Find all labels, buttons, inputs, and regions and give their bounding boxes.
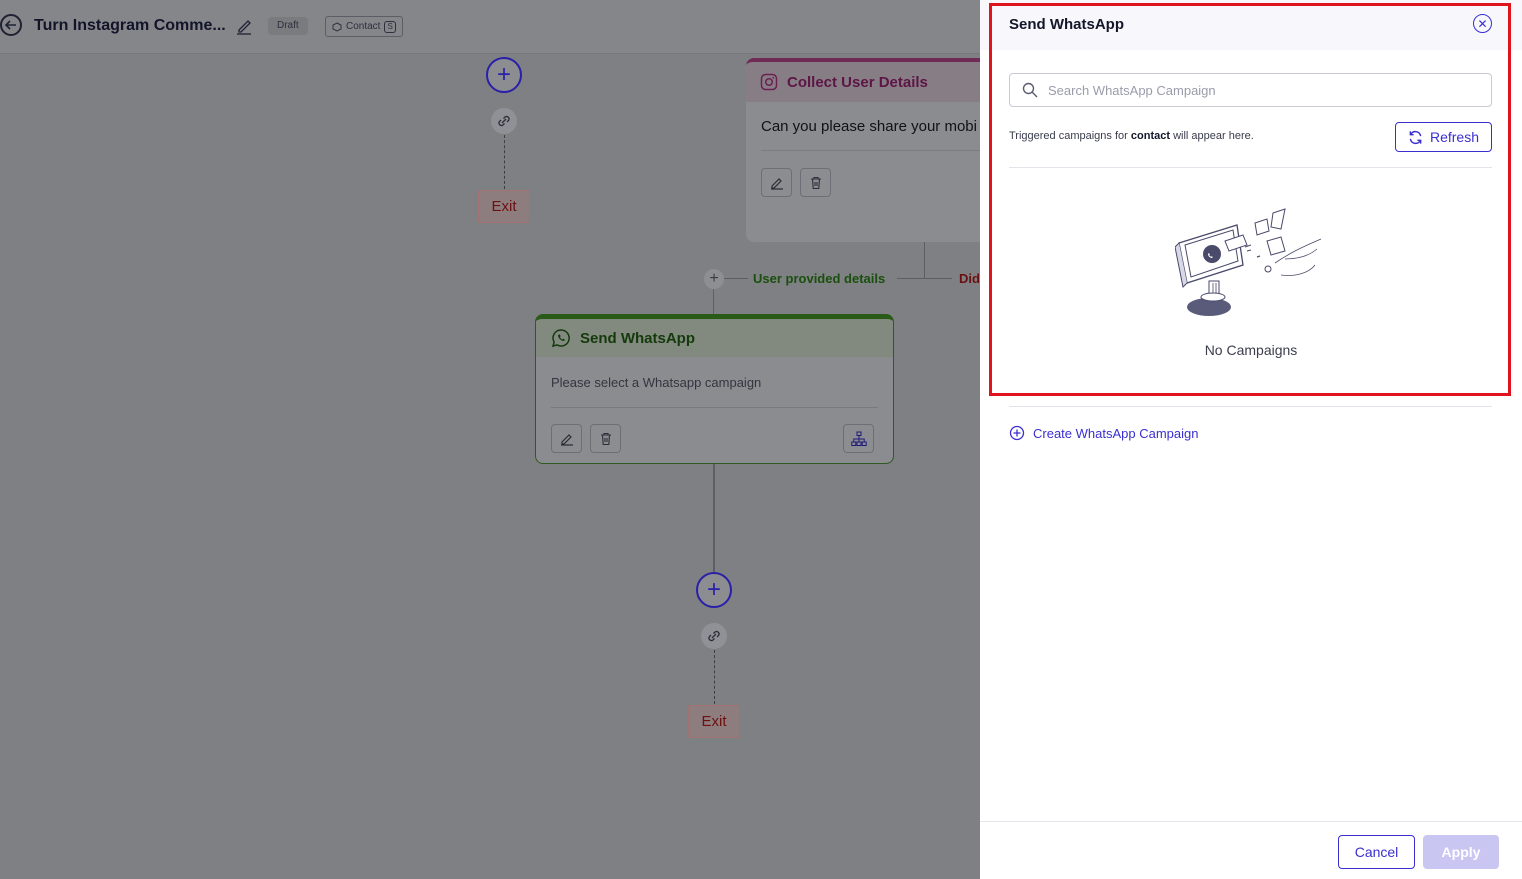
connector-line (504, 135, 505, 189)
cancel-button[interactable]: Cancel (1338, 835, 1415, 869)
note-entity: contact (1130, 130, 1171, 142)
whatsapp-node-title: Send WhatsApp (580, 329, 695, 347)
contact-badge-suffix: S (384, 20, 396, 33)
connector-line (924, 242, 925, 278)
refresh-label: Refresh (1429, 129, 1480, 145)
draft-badge: Draft (268, 17, 308, 35)
instagram-icon (760, 73, 778, 91)
triggered-note: Triggered campaigns for contact will app… (1009, 130, 1254, 142)
back-button[interactable] (0, 14, 22, 36)
connector-line (724, 278, 748, 279)
send-whatsapp-node[interactable]: Send WhatsApp Please select a Whatsapp c… (535, 314, 894, 464)
divider (761, 150, 1006, 151)
create-whatsapp-campaign-link[interactable]: Create WhatsApp Campaign (1009, 425, 1198, 441)
send-whatsapp-drawer: Send WhatsApp ✕ Triggered campaigns for … (980, 0, 1522, 879)
link-icon-top[interactable] (491, 108, 517, 134)
edit-title-icon[interactable] (236, 17, 252, 35)
add-branch-step-button[interactable]: + (704, 269, 724, 289)
empty-state-text: No Campaigns (1204, 342, 1298, 358)
collect-node-title: Collect User Details (787, 73, 928, 91)
branch-button[interactable] (843, 424, 874, 453)
connector-line (713, 464, 715, 572)
exit-node-top[interactable]: Exit (478, 190, 530, 223)
search-input[interactable] (1046, 81, 1466, 99)
contact-badge-label: Contact (346, 21, 381, 32)
campaign-search[interactable] (1009, 73, 1492, 107)
contact-badge[interactable]: Contact S (325, 16, 403, 37)
note-suffix: will appear here. (1173, 130, 1254, 142)
connector-line (897, 278, 952, 279)
exit-node-bottom[interactable]: Exit (688, 705, 740, 738)
search-icon (1022, 82, 1038, 98)
add-step-button-top[interactable]: + (486, 57, 522, 93)
collect-user-details-node[interactable]: Collect User Details Can you please shar… (746, 58, 1006, 242)
delete-node-button[interactable] (800, 168, 831, 197)
cube-icon (332, 21, 342, 32)
refresh-icon (1409, 130, 1422, 144)
hierarchy-icon (850, 431, 867, 446)
arrow-left-icon (4, 20, 16, 30)
divider (551, 407, 878, 408)
flow-title: Turn Instagram Comme... (34, 17, 226, 34)
top-bar: Turn Instagram Comme... Draft Contact S (0, 0, 980, 54)
pencil-icon (770, 177, 783, 190)
branch-label-not-provided: Did (959, 271, 980, 286)
footer-divider (980, 821, 1522, 822)
connector-line (713, 289, 714, 315)
flow-canvas: Turn Instagram Comme... Draft Contact S … (0, 0, 1006, 879)
refresh-button[interactable]: Refresh (1395, 122, 1492, 152)
edit-node-button[interactable] (551, 424, 582, 453)
divider (1009, 406, 1492, 407)
branch-label-provided: User provided details (753, 271, 886, 286)
divider (1009, 167, 1492, 168)
drawer-header: Send WhatsApp ✕ (980, 0, 1522, 50)
empty-campaigns-illustration (1174, 203, 1325, 321)
trash-icon (810, 176, 821, 189)
collect-node-message: Can you please share your mobi (761, 118, 977, 135)
drawer-title: Send WhatsApp (1009, 16, 1124, 33)
plus-circle-icon (1009, 425, 1025, 441)
delete-node-button[interactable] (590, 424, 621, 453)
pencil-icon (560, 433, 573, 446)
note-prefix: Triggered campaigns for (1009, 130, 1128, 142)
trash-icon (600, 432, 611, 445)
collect-node-header: Collect User Details (746, 62, 1006, 102)
create-campaign-label: Create WhatsApp Campaign (1033, 425, 1199, 441)
whatsapp-node-message: Please select a Whatsapp campaign (551, 375, 762, 390)
connector-line (714, 650, 715, 704)
link-icon-bottom[interactable] (701, 623, 727, 649)
edit-node-button[interactable] (761, 168, 792, 197)
whatsapp-node-header: Send WhatsApp (536, 319, 893, 357)
apply-button[interactable]: Apply (1423, 835, 1499, 869)
whatsapp-icon (551, 329, 570, 348)
close-icon[interactable]: ✕ (1473, 14, 1492, 33)
add-step-button-bottom[interactable]: + (696, 572, 732, 608)
